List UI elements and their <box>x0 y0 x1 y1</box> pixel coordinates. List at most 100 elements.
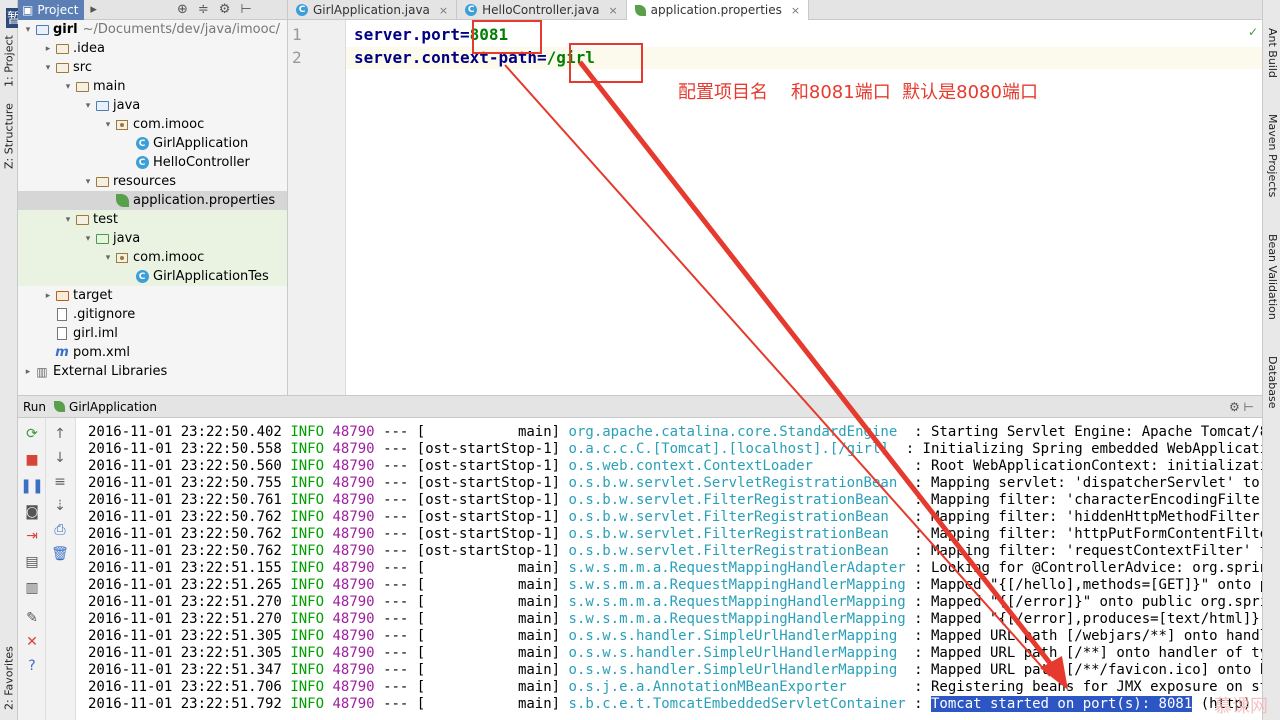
tree-item[interactable]: ▾ java <box>18 229 287 248</box>
log-level: INFO <box>290 594 325 610</box>
log-pid: 48790 <box>332 611 375 627</box>
tree-item-label: target <box>73 288 113 303</box>
chevron-down-icon[interactable]: ▾ <box>22 25 34 35</box>
test-source-folder-icon <box>94 232 110 246</box>
collapse-icon[interactable]: ≑ <box>198 2 209 17</box>
database-tool-tab[interactable]: Database <box>1265 356 1279 409</box>
tree-item[interactable]: ▾ src <box>18 58 287 77</box>
close-icon[interactable]: × <box>791 4 800 17</box>
tree-item[interactable]: ▾ main <box>18 77 287 96</box>
arrow-down-icon[interactable]: ↓ <box>52 450 68 466</box>
log-logger: o.s.b.w.servlet.FilterRegistrationBean <box>568 526 906 542</box>
close-icon[interactable]: ✕ <box>24 634 40 650</box>
favorites-tool-tab[interactable]: 2: Favorites <box>1 640 17 716</box>
tree-item[interactable]: ▸ target <box>18 286 287 305</box>
equals-sign: = <box>459 25 470 44</box>
tree-item[interactable]: ▸ ▥ External Libraries <box>18 362 287 381</box>
log-thread: [ main] <box>416 628 561 644</box>
log-message: : Mapped "{[/error]}" onto public org.sp… <box>914 594 1262 610</box>
package-icon <box>114 251 130 265</box>
gear-icon[interactable]: ⚙ <box>219 2 231 17</box>
bean-validation-tool-tab[interactable]: Bean Validation <box>1265 234 1279 320</box>
layout-icon[interactable]: ▤ <box>24 554 40 570</box>
soft-wrap-icon[interactable]: ≡ <box>52 474 68 490</box>
check-icon: ✓ <box>1247 25 1258 39</box>
tree-item-label: girl.iml <box>73 326 118 341</box>
spring-leaf-icon <box>54 401 66 412</box>
resources-folder-icon <box>94 175 110 189</box>
log-pid: 48790 <box>332 543 375 559</box>
help-icon[interactable]: ? <box>24 658 40 674</box>
dump-threads-icon[interactable]: ◙ <box>24 504 40 520</box>
exit-icon[interactable]: ⇥ <box>24 528 40 544</box>
tree-item-label: test <box>93 212 118 227</box>
chevron-down-icon[interactable]: ▾ <box>82 177 94 187</box>
tab-application-properties[interactable]: application.properties × <box>626 0 810 20</box>
log-level: INFO <box>290 577 325 593</box>
chevron-down-icon[interactable]: ▾ <box>82 101 94 111</box>
tab-hello-controller-java[interactable]: C HelloController.java × <box>457 0 627 20</box>
chevron-down-icon[interactable]: ▾ <box>42 63 54 73</box>
project-view-selector[interactable]: ▣ Project <box>18 0 85 20</box>
tree-item[interactable]: .gitignore <box>18 305 287 324</box>
tree-item[interactable]: application.properties <box>18 191 287 210</box>
pin-icon[interactable]: ✎ <box>24 610 40 626</box>
spring-leaf-icon <box>114 194 130 208</box>
maven-projects-tool-tab[interactable]: Maven Projects <box>1265 114 1279 197</box>
run-panel-header: Run GirlApplication ⚙ ⊢ <box>18 396 1262 418</box>
gear-icon[interactable]: ⚙ ⊢ <box>1229 400 1254 414</box>
project-tool-tab[interactable]: 1: Project <box>1 30 17 92</box>
chevron-right-icon[interactable]: ▸ <box>42 44 54 54</box>
line-number: 1 <box>292 25 302 44</box>
log-timestamp: 2016-11-01 23:22:50.755 <box>88 475 282 491</box>
pause-icon[interactable]: ❚❚ <box>20 478 43 494</box>
log-timestamp: 2016-11-01 23:22:51.706 <box>88 679 282 695</box>
log-thread: [ main] <box>416 696 561 712</box>
arrow-up-icon[interactable]: ↑ <box>52 426 68 442</box>
code-editor[interactable]: 1 2 server.port=8081 server.context-path… <box>288 20 1262 395</box>
tree-item[interactable]: C HelloController <box>18 153 287 172</box>
tree-item[interactable]: ▾ com.imooc <box>18 115 287 134</box>
chevron-down-icon[interactable]: ▾ <box>62 82 74 92</box>
tree-item[interactable]: m pom.xml <box>18 343 287 362</box>
hide-panel-icon[interactable]: ⊢ <box>240 2 251 17</box>
tree-item[interactable]: ▾ resources <box>18 172 287 191</box>
log-line: 2016-11-01 23:22:51.305 INFO 48790 --- [… <box>88 628 1262 645</box>
run-config-tab[interactable]: GirlApplication <box>69 400 157 414</box>
structure-tool-tab[interactable]: Z: Structure <box>1 96 17 176</box>
tree-item[interactable]: C GirlApplicationTes <box>18 267 287 286</box>
chevron-down-icon[interactable]: ▾ <box>102 120 114 130</box>
locate-target-icon[interactable]: ⊕ <box>177 2 188 17</box>
settings-icon[interactable]: ▥ <box>24 580 40 596</box>
log-message: : Mapped "{[/hello],methods=[GET]}" onto… <box>914 577 1262 593</box>
log-logger: s.w.s.m.m.a.RequestMappingHandlerMapping <box>568 611 906 627</box>
scroll-to-end-icon[interactable]: ⇣ <box>52 498 68 514</box>
close-icon[interactable]: × <box>608 4 617 17</box>
log-thread: [ost-startStop-1] <box>416 526 561 542</box>
chevron-down-icon[interactable]: ▾ <box>102 253 114 263</box>
tree-item[interactable]: ▸ .idea <box>18 39 287 58</box>
print-icon[interactable]: ⎙ <box>52 522 68 538</box>
tab-girl-application-java[interactable]: C GirlApplication.java × <box>288 0 458 20</box>
tree-item[interactable]: ▾ com.imooc <box>18 248 287 267</box>
chevron-right-icon[interactable]: ▸ <box>90 2 97 17</box>
stop-icon[interactable]: ■ <box>24 452 40 468</box>
folder-icon <box>54 42 70 56</box>
log-thread: [ main] <box>416 662 561 678</box>
ant-build-tool-tab[interactable]: Ant Build <box>1265 28 1279 78</box>
chevron-right-icon[interactable]: ▸ <box>42 291 54 301</box>
chevron-down-icon[interactable]: ▾ <box>82 234 94 244</box>
close-icon[interactable]: × <box>439 4 448 17</box>
tree-item[interactable]: C GirlApplication <box>18 134 287 153</box>
log-pid: 48790 <box>332 577 375 593</box>
rerun-icon[interactable]: ⟳ <box>24 426 40 442</box>
trash-icon[interactable]: 🗑 <box>51 546 69 562</box>
tree-item[interactable]: girl.iml <box>18 324 287 343</box>
tree-item[interactable]: ▾ java <box>18 96 287 115</box>
spring-class-icon: C <box>134 137 150 151</box>
chevron-right-icon[interactable]: ▸ <box>22 367 34 377</box>
tree-item[interactable]: ▾ girl ~/Documents/dev/java/imooc/ <box>18 20 287 39</box>
console-output[interactable]: 2016-11-01 23:22:50.402 INFO 48790 --- [… <box>78 418 1262 720</box>
chevron-down-icon[interactable]: ▾ <box>62 215 74 225</box>
tree-item[interactable]: ▾ test <box>18 210 287 229</box>
